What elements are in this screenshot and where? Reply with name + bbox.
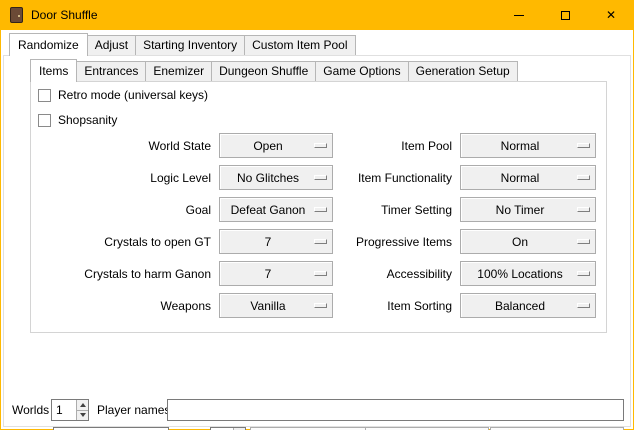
item-sorting-value: Balanced (495, 299, 545, 313)
inner-tab-bar: Items Entrances Enemizer Dungeon Shuffle… (30, 59, 518, 81)
player-names-input[interactable] (167, 399, 624, 421)
goal-dropdown[interactable]: Defeat Ganon (219, 197, 333, 222)
maximize-button[interactable] (542, 0, 588, 30)
item-pool-label: Item Pool (341, 139, 452, 153)
retro-mode-label: Retro mode (universal keys) (58, 88, 208, 102)
crystals-harm-ganon-dropdown[interactable]: 7 (219, 261, 333, 286)
window-title: Door Shuffle (31, 8, 98, 22)
close-icon: ✕ (606, 9, 616, 21)
worlds-spin-buttons (76, 400, 88, 420)
item-sorting-dropdown[interactable]: Balanced (460, 293, 596, 318)
titlebar[interactable]: Door Shuffle ✕ (0, 0, 634, 30)
logic-level-label: Logic Level (35, 171, 211, 185)
item-pool-dropdown[interactable]: Normal (460, 133, 596, 158)
logic-level-dropdown[interactable]: No Glitches (219, 165, 333, 190)
progressive-items-label: Progressive Items (341, 235, 452, 249)
goal-label: Goal (35, 203, 211, 217)
dropdown-indicator-icon (314, 239, 327, 244)
item-functionality-value: Normal (501, 171, 540, 185)
door-icon (10, 7, 23, 23)
tab-custom-item-pool[interactable]: Custom Item Pool (244, 35, 355, 55)
door-shuffle-window: Door Shuffle ✕ Randomize Adjust Starting… (0, 0, 634, 430)
progressive-items-dropdown[interactable]: On (460, 229, 596, 254)
timer-setting-value: No Timer (496, 203, 545, 217)
tab-dungeon-shuffle[interactable]: Dungeon Shuffle (211, 61, 316, 81)
tab-adjust[interactable]: Adjust (87, 35, 136, 55)
spin-up-icon (80, 403, 86, 407)
crystals-open-gt-value: 7 (265, 235, 272, 249)
weapons-label: Weapons (35, 299, 211, 313)
client-area: Randomize Adjust Starting Inventory Cust… (1, 30, 633, 429)
retro-mode-checkbox[interactable] (38, 89, 51, 102)
goal-value: Defeat Ganon (231, 203, 306, 217)
tab-entrances[interactable]: Entrances (76, 61, 146, 81)
logic-level-value: No Glitches (237, 171, 299, 185)
worlds-spinbox[interactable]: 1 (51, 399, 89, 421)
maximize-icon (561, 11, 570, 20)
dropdown-indicator-icon (577, 303, 590, 308)
randomize-tab-pane: Items Entrances Enemizer Dungeon Shuffle… (3, 55, 631, 427)
dropdown-indicator-icon (577, 175, 590, 180)
progressive-items-value: On (512, 235, 528, 249)
top-tab-bar: Randomize Adjust Starting Inventory Cust… (9, 33, 356, 55)
dropdown-indicator-icon (577, 239, 590, 244)
dropdown-indicator-icon (314, 271, 327, 276)
dropdown-indicator-icon (314, 207, 327, 212)
crystals-harm-ganon-label: Crystals to harm Ganon (35, 267, 211, 281)
tab-generation-setup[interactable]: Generation Setup (408, 61, 518, 81)
crystals-open-gt-label: Crystals to open GT (35, 235, 211, 249)
dropdown-indicator-icon (314, 303, 327, 308)
tab-randomize[interactable]: Randomize (9, 33, 88, 56)
tab-starting-inventory[interactable]: Starting Inventory (135, 35, 245, 55)
close-button[interactable]: ✕ (588, 0, 634, 30)
settings-grid: World State Open Item Pool Normal Logic … (35, 133, 596, 318)
tab-items[interactable]: Items (30, 59, 77, 82)
dropdown-indicator-icon (314, 175, 327, 180)
spin-up-button[interactable] (76, 400, 88, 410)
window-controls: ✕ (496, 0, 634, 30)
item-pool-value: Normal (501, 139, 540, 153)
items-tab-pane: Retro mode (universal keys) Shopsanity W… (30, 81, 607, 333)
dropdown-indicator-icon (577, 143, 590, 148)
timer-setting-label: Timer Setting (341, 203, 452, 217)
dropdown-indicator-icon (577, 207, 590, 212)
shopsanity-checkbox[interactable] (38, 114, 51, 127)
retro-mode-option[interactable]: Retro mode (universal keys) (38, 86, 208, 104)
world-state-label: World State (35, 139, 211, 153)
tab-enemizer[interactable]: Enemizer (145, 61, 212, 81)
tab-game-options[interactable]: Game Options (315, 61, 408, 81)
weapons-dropdown[interactable]: Vanilla (219, 293, 333, 318)
weapons-value: Vanilla (250, 299, 285, 313)
crystals-harm-ganon-value: 7 (265, 267, 272, 281)
dropdown-indicator-icon (314, 143, 327, 148)
timer-setting-dropdown[interactable]: No Timer (460, 197, 596, 222)
item-functionality-label: Item Functionality (341, 171, 452, 185)
world-state-value: Open (253, 139, 282, 153)
shopsanity-option[interactable]: Shopsanity (38, 111, 117, 129)
minimize-button[interactable] (496, 0, 542, 30)
crystals-open-gt-dropdown[interactable]: 7 (219, 229, 333, 254)
worlds-label: Worlds (12, 399, 49, 421)
spin-down-button[interactable] (76, 410, 88, 421)
spin-down-icon (80, 413, 86, 417)
worlds-value: 1 (56, 400, 75, 420)
item-sorting-label: Item Sorting (341, 299, 452, 313)
dropdown-indicator-icon (577, 271, 590, 276)
item-functionality-dropdown[interactable]: Normal (460, 165, 596, 190)
accessibility-value: 100% Locations (477, 267, 562, 281)
accessibility-label: Accessibility (341, 267, 452, 281)
shopsanity-label: Shopsanity (58, 113, 117, 127)
player-names-label: Player names (97, 399, 170, 421)
world-state-dropdown[interactable]: Open (219, 133, 333, 158)
minimize-icon (514, 15, 524, 16)
accessibility-dropdown[interactable]: 100% Locations (460, 261, 596, 286)
